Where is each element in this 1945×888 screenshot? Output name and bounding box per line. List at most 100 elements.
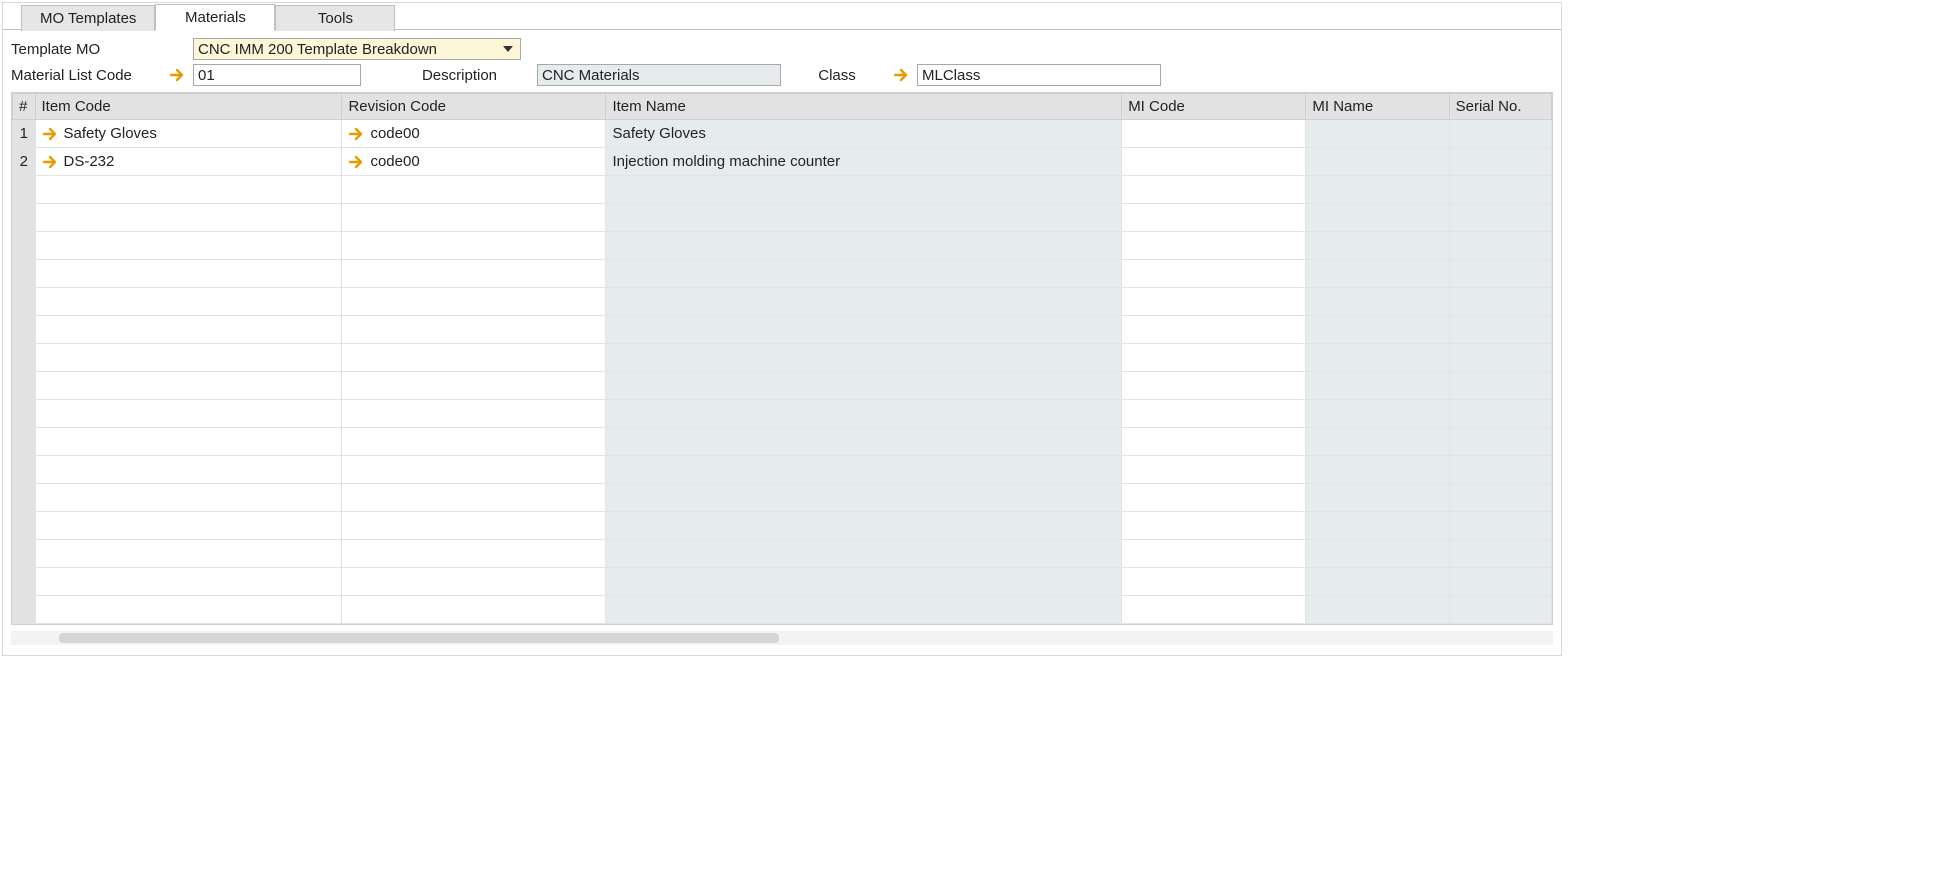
cell-mi-code[interactable] [1122,148,1306,176]
table-row[interactable] [13,204,1552,232]
cell-item-code[interactable] [35,400,342,428]
lookup-arrow-icon[interactable] [348,125,366,143]
cell-mi-code[interactable] [1122,204,1306,232]
tab-tools[interactable]: Tools [275,5,395,31]
cell-item-code[interactable]: Safety Gloves [35,120,342,148]
cell-mi-code[interactable] [1122,176,1306,204]
cell-revision-code[interactable] [342,232,606,260]
cell-item-code[interactable]: DS-232 [35,148,342,176]
cell-item-code[interactable] [35,512,342,540]
lookup-arrow-icon[interactable] [893,66,911,84]
cell-mi-code[interactable] [1122,372,1306,400]
cell-mi-code[interactable] [1122,484,1306,512]
table-row[interactable] [13,232,1552,260]
col-header-mi-code[interactable]: MI Code [1122,94,1306,120]
lookup-arrow-icon[interactable] [169,66,187,84]
scrollbar-thumb[interactable] [59,633,779,643]
cell-item-code[interactable] [35,316,342,344]
table-row[interactable] [13,372,1552,400]
cell-mi-code[interactable] [1122,288,1306,316]
cell-mi-code[interactable] [1122,568,1306,596]
table-row[interactable] [13,260,1552,288]
col-header-num[interactable]: # [13,94,36,120]
cell-item-code[interactable] [35,176,342,204]
col-header-item-code[interactable]: Item Code [35,94,342,120]
cell-revision-code[interactable] [342,316,606,344]
cell-revision-code[interactable] [342,288,606,316]
row-number [13,400,36,428]
cell-revision-code[interactable] [342,176,606,204]
table-row[interactable] [13,456,1552,484]
cell-revision-code[interactable] [342,456,606,484]
cell-mi-code[interactable] [1122,316,1306,344]
cell-item-code[interactable] [35,568,342,596]
cell-item-code[interactable] [35,288,342,316]
table-row[interactable] [13,568,1552,596]
material-list-code-input[interactable]: 01 [193,64,361,86]
table-row[interactable] [13,596,1552,624]
tab-materials[interactable]: Materials [155,4,275,30]
cell-mi-name [1306,288,1449,316]
table-row[interactable] [13,316,1552,344]
cell-item-code[interactable] [35,428,342,456]
cell-revision-code[interactable] [342,484,606,512]
row-number [13,512,36,540]
cell-revision-code[interactable] [342,428,606,456]
cell-item-code[interactable] [35,204,342,232]
cell-revision-code[interactable] [342,400,606,428]
cell-item-code[interactable] [35,484,342,512]
cell-item-code[interactable] [35,344,342,372]
cell-revision-code[interactable] [342,540,606,568]
cell-mi-code[interactable] [1122,260,1306,288]
col-header-serial-no[interactable]: Serial No. [1449,94,1551,120]
table-row[interactable]: 1Safety Glovescode00Safety Gloves [13,120,1552,148]
table-row[interactable] [13,400,1552,428]
description-input[interactable]: CNC Materials [537,64,781,86]
cell-mi-code[interactable] [1122,428,1306,456]
col-header-item-name[interactable]: Item Name [606,94,1122,120]
table-row[interactable] [13,540,1552,568]
cell-revision-code[interactable] [342,344,606,372]
cell-mi-code[interactable] [1122,344,1306,372]
cell-revision-code[interactable] [342,372,606,400]
cell-revision-code[interactable] [342,568,606,596]
cell-mi-code[interactable] [1122,232,1306,260]
cell-revision-code[interactable] [342,596,606,624]
cell-mi-code[interactable] [1122,512,1306,540]
cell-mi-code[interactable] [1122,456,1306,484]
cell-item-code[interactable] [35,596,342,624]
cell-revision-code[interactable] [342,512,606,540]
horizontal-scrollbar[interactable] [11,631,1553,645]
lookup-arrow-icon[interactable] [42,153,60,171]
cell-revision-code[interactable]: code00 [342,148,606,176]
table-row[interactable] [13,512,1552,540]
tab-mo-templates[interactable]: MO Templates [21,5,155,31]
col-header-mi-name[interactable]: MI Name [1306,94,1449,120]
cell-revision-code[interactable]: code00 [342,120,606,148]
cell-revision-code[interactable] [342,204,606,232]
cell-mi-code[interactable] [1122,120,1306,148]
cell-item-code[interactable] [35,456,342,484]
table-row[interactable] [13,344,1552,372]
cell-mi-code[interactable] [1122,540,1306,568]
lookup-arrow-icon[interactable] [348,153,366,171]
lookup-arrow-icon[interactable] [42,125,60,143]
table-row[interactable] [13,288,1552,316]
chevron-down-icon[interactable] [498,40,518,58]
template-mo-dropdown[interactable]: CNC IMM 200 Template Breakdown [193,38,521,60]
table-row[interactable] [13,484,1552,512]
table-row[interactable]: 2DS-232code00Injection molding machine c… [13,148,1552,176]
cell-item-name [606,344,1122,372]
cell-item-code[interactable] [35,372,342,400]
col-header-revision-code[interactable]: Revision Code [342,94,606,120]
cell-mi-code[interactable] [1122,400,1306,428]
cell-revision-code[interactable] [342,260,606,288]
cell-serial-no [1449,344,1551,372]
cell-item-code[interactable] [35,260,342,288]
cell-item-code[interactable] [35,540,342,568]
cell-item-code[interactable] [35,232,342,260]
table-row[interactable] [13,428,1552,456]
class-input[interactable]: MLClass [917,64,1161,86]
cell-mi-code[interactable] [1122,596,1306,624]
table-row[interactable] [13,176,1552,204]
